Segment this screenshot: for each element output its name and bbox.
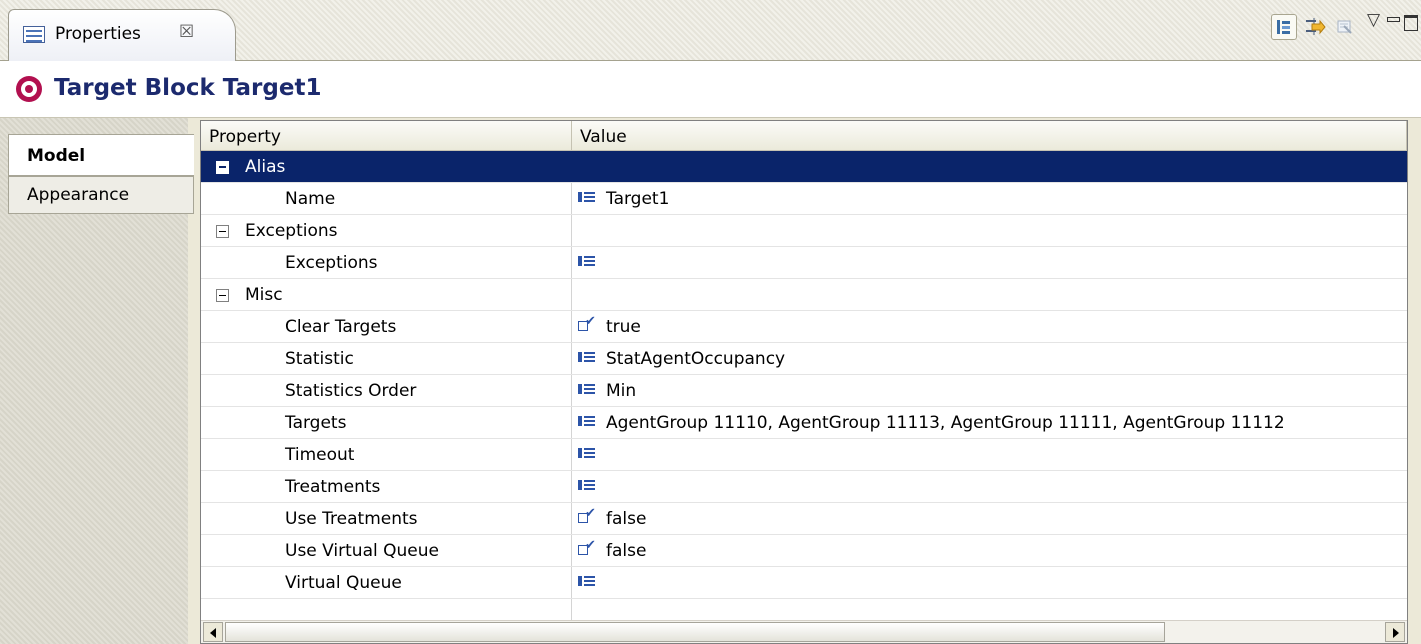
property-value[interactable]: Target1 xyxy=(606,189,669,209)
property-name: Clear Targets xyxy=(285,317,397,337)
horizontal-scrollbar[interactable] xyxy=(201,620,1407,643)
restore-default-icon xyxy=(1337,20,1352,34)
boolean-value-icon xyxy=(578,538,596,557)
list-value-icon xyxy=(578,415,596,429)
table-row[interactable]: Exceptions xyxy=(201,215,1407,247)
tab-model[interactable]: Model xyxy=(8,134,194,176)
view-tab-bar: Properties ☒ ▽ xyxy=(0,0,1421,61)
close-icon[interactable]: ☒ xyxy=(179,22,194,42)
property-name: Statistic xyxy=(285,349,354,369)
property-value[interactable]: Min xyxy=(606,381,636,401)
table-rows: Alias Name Target1 Exceptions Exceptions… xyxy=(201,151,1407,631)
table-row[interactable]: Alias xyxy=(201,151,1407,183)
scroll-left-button[interactable] xyxy=(203,622,223,642)
table-row[interactable]: Name Target1 xyxy=(201,183,1407,215)
table-row[interactable]: Treatments xyxy=(201,471,1407,503)
property-value[interactable]: false xyxy=(606,509,646,529)
collapse-icon[interactable] xyxy=(216,289,229,302)
property-name: Treatments xyxy=(285,477,381,497)
list-value-icon xyxy=(578,479,596,493)
property-value[interactable]: StatAgentOccupancy xyxy=(606,349,785,369)
table-row[interactable]: Clear Targets true xyxy=(201,311,1407,343)
list-value-icon xyxy=(578,447,596,461)
scrollbar-thumb[interactable] xyxy=(225,622,1165,642)
tree-categories-icon xyxy=(1277,20,1290,34)
show-advanced-button[interactable] xyxy=(1301,14,1327,40)
property-table: Property Value Alias Name Target1 Except… xyxy=(200,120,1408,644)
properties-header: Target Block Target1 xyxy=(0,61,1421,118)
list-value-icon xyxy=(578,255,596,269)
scroll-right-button[interactable] xyxy=(1385,622,1405,642)
table-row[interactable]: Exceptions xyxy=(201,247,1407,279)
column-header-property[interactable]: Property xyxy=(201,121,572,151)
view-menu-icon[interactable]: ▽ xyxy=(1367,10,1380,30)
column-header-value[interactable]: Value xyxy=(572,121,1407,151)
property-name: Name xyxy=(285,189,336,209)
list-value-icon xyxy=(578,575,596,589)
property-name: Use Treatments xyxy=(285,509,418,529)
list-value-icon xyxy=(578,351,596,365)
side-tab-list: Model Appearance xyxy=(0,118,194,644)
table-row[interactable]: Use Treatments false xyxy=(201,503,1407,535)
minimize-icon[interactable] xyxy=(1387,17,1400,22)
view-tab-title: Properties xyxy=(55,24,141,44)
table-row[interactable]: Use Virtual Queue false xyxy=(201,535,1407,567)
table-row[interactable]: Virtual Queue xyxy=(201,567,1407,599)
boolean-value-icon xyxy=(578,506,596,525)
page-title: Target Block Target1 xyxy=(54,75,322,101)
list-value-icon xyxy=(578,383,596,397)
property-name: Misc xyxy=(245,285,283,305)
properties-icon xyxy=(23,26,45,43)
filter-advanced-icon xyxy=(1306,18,1326,35)
target-icon xyxy=(16,76,42,102)
property-name: Use Virtual Queue xyxy=(285,541,439,561)
table-row[interactable]: Statistics Order Min xyxy=(201,375,1407,407)
restore-default-button[interactable] xyxy=(1333,14,1359,40)
table-row[interactable]: Misc xyxy=(201,279,1407,311)
property-name: Targets xyxy=(285,413,347,433)
property-name: Virtual Queue xyxy=(285,573,402,593)
properties-view-tab[interactable]: Properties ☒ xyxy=(8,9,236,61)
table-row[interactable]: Statistic StatAgentOccupancy xyxy=(201,343,1407,375)
table-row[interactable]: Targets AgentGroup 11110, AgentGroup 111… xyxy=(201,407,1407,439)
property-name: Exceptions xyxy=(285,253,378,273)
property-value[interactable]: false xyxy=(606,541,646,561)
property-value[interactable]: AgentGroup 11110, AgentGroup 11113, Agen… xyxy=(606,413,1285,433)
tab-appearance[interactable]: Appearance xyxy=(8,176,194,214)
collapse-icon[interactable] xyxy=(216,161,229,174)
property-name: Statistics Order xyxy=(285,381,417,401)
collapse-icon[interactable] xyxy=(216,225,229,238)
show-categories-button[interactable] xyxy=(1271,14,1297,40)
property-name: Exceptions xyxy=(245,221,338,241)
property-name: Timeout xyxy=(285,445,355,465)
maximize-icon[interactable] xyxy=(1404,15,1418,31)
list-value-icon xyxy=(578,191,596,205)
property-name: Alias xyxy=(245,157,286,177)
property-value[interactable]: true xyxy=(606,317,641,337)
boolean-value-icon xyxy=(578,314,596,333)
table-row[interactable]: Timeout xyxy=(201,439,1407,471)
